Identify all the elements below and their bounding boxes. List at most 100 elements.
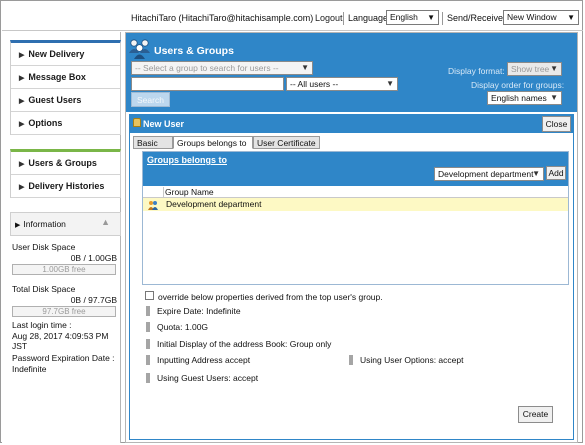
user-disk-label: User Disk Space [12, 242, 76, 252]
groups-panel-title: Groups belongs to [147, 155, 227, 165]
user-disk-value: 0B / 1.00GB [70, 253, 117, 263]
search-button-label: Search [137, 95, 164, 105]
divider [442, 12, 443, 25]
logout-link[interactable]: Logout [315, 13, 343, 23]
property-marker [146, 355, 150, 365]
user-disk-free: 1.00GB free [42, 265, 86, 274]
information-panel-header[interactable]: ▶ Information ▲ [10, 212, 121, 236]
chevron-down-icon: ▼ [550, 93, 558, 102]
nav-label: Delivery Histories [28, 181, 105, 191]
users-group-icon [129, 39, 150, 59]
user-name: HitachiTaro (HitachiTaro@hitachisample.c… [131, 13, 314, 23]
new-user-dialog: New User Close Basic Groups belongs to U… [129, 114, 574, 440]
group-search-select[interactable]: -- Select a group to search for users --… [131, 61, 313, 75]
group-table-header: Group Name [143, 187, 568, 198]
expire-date: Expire Date: Indefinite [157, 306, 241, 316]
collapse-icon[interactable]: ▲ [101, 217, 110, 227]
display-format-value: Show tree [511, 64, 550, 74]
total-disk-free: 97.7GB free [42, 307, 86, 316]
tab-user-certificate[interactable]: User Certificate [253, 136, 320, 149]
page-title: Users & Groups [154, 45, 234, 57]
top-bar: HitachiTaro (HitachiTaro@hitachisample.c… [2, 2, 583, 31]
triangle-right-icon: ▶ [19, 52, 25, 59]
property-marker [146, 322, 150, 332]
triangle-right-icon: ▶ [19, 121, 25, 128]
triangle-right-icon: ▶ [15, 222, 21, 229]
users-filter-value: -- All users -- [290, 79, 339, 89]
group-search-placeholder: -- Select a group to search for users -- [135, 63, 279, 73]
property-marker [146, 339, 150, 349]
triangle-right-icon: ▶ [19, 75, 25, 82]
nav-group-secondary: ▶ Users & Groups ▶ Delivery Histories [10, 149, 121, 198]
tab-label: User Certificate [257, 138, 316, 148]
groups-panel-header: Groups belongs to Development department… [143, 152, 568, 186]
users-groups-header: Users & Groups -- Select a group to sear… [126, 33, 577, 112]
chevron-down-icon: ▼ [532, 169, 540, 178]
using-guest-users: Using Guest Users: accept [157, 373, 259, 383]
users-filter-select[interactable]: -- All users -- ▼ [286, 77, 398, 91]
nav-label: Guest Users [28, 95, 82, 105]
tab-basic[interactable]: Basic [133, 136, 173, 149]
nav-guest-users[interactable]: ▶ Guest Users [11, 89, 120, 112]
inputting-address: Inputting Address accept [157, 355, 251, 365]
last-login-tz: JST [12, 341, 28, 351]
groups-belongs-to-panel: Groups belongs to Development department… [142, 151, 569, 285]
last-login-label: Last login time : [12, 320, 72, 330]
send-receive-select[interactable]: New Window ▼ [503, 10, 579, 25]
dialog-header: New User Close [130, 115, 573, 133]
tab-groups-belongs-to[interactable]: Groups belongs to [173, 136, 253, 149]
user-search-input[interactable] [131, 77, 284, 91]
nav-label: Options [28, 118, 63, 128]
nav-delivery-histories[interactable]: ▶ Delivery Histories [11, 175, 120, 198]
send-receive-value: New Window [507, 12, 557, 22]
display-order-value: English names [491, 93, 547, 103]
nav-message-box[interactable]: ▶ Message Box [11, 66, 120, 89]
language-select[interactable]: English ▼ [386, 10, 439, 25]
override-checkbox[interactable] [145, 291, 154, 300]
display-format-select[interactable]: Show tree ▼ [507, 62, 562, 76]
total-disk-value: 0B / 97.7GB [70, 295, 117, 305]
create-button[interactable]: Create [518, 406, 553, 423]
password-expiration-label: Password Expiration Date : [12, 353, 115, 363]
add-group-button[interactable]: Add [546, 166, 566, 180]
total-disk-label: Total Disk Space [12, 284, 76, 294]
nav-label: New Delivery [28, 49, 85, 59]
language-label: Language [348, 13, 389, 23]
display-order-label: Display order for groups: [471, 80, 565, 90]
group-add-select[interactable]: Development department ▼ [434, 167, 544, 181]
nav-users-groups[interactable]: ▶ Users & Groups [11, 152, 120, 175]
chevron-down-icon: ▼ [567, 13, 575, 22]
table-row[interactable]: Development department [143, 198, 568, 211]
chevron-down-icon: ▼ [386, 79, 394, 88]
user-disk-usage-bar: 1.00GB free [12, 264, 116, 275]
nav-group-primary: ▶ New Delivery ▶ Message Box ▶ Guest Users … [10, 40, 121, 135]
tab-label: Basic [137, 138, 158, 148]
nav-new-delivery[interactable]: ▶ New Delivery [11, 43, 120, 66]
triangle-right-icon: ▶ [19, 161, 25, 168]
language-value: English [390, 12, 418, 22]
main-panel: Users & Groups -- Select a group to sear… [125, 32, 578, 443]
property-marker [146, 373, 150, 383]
search-button[interactable]: Search [131, 92, 170, 107]
display-order-select[interactable]: English names ▼ [487, 91, 562, 105]
tab-label: Groups belongs to [177, 138, 247, 148]
close-button[interactable]: Close [542, 116, 571, 132]
override-label: override below properties derived from t… [158, 292, 383, 302]
triangle-right-icon: ▶ [19, 98, 25, 105]
group-icon [148, 201, 158, 210]
close-button-label: Close [545, 119, 568, 129]
property-marker [146, 306, 150, 316]
using-user-options: Using User Options: accept [360, 355, 464, 365]
nav-label: Users & Groups [28, 158, 97, 168]
app-frame: HitachiTaro (HitachiTaro@hitachisample.c… [0, 0, 583, 443]
column-group-name: Group Name [165, 187, 214, 197]
quota: Quota: 1.00G [157, 322, 209, 332]
create-button-label: Create [522, 409, 549, 419]
property-marker [349, 355, 353, 365]
nav-options[interactable]: ▶ Options [11, 112, 120, 135]
triangle-right-icon: ▶ [19, 184, 25, 191]
add-button-label: Add [548, 168, 564, 178]
display-format-label: Display format: [448, 66, 505, 76]
new-user-icon [133, 118, 141, 127]
chevron-down-icon: ▼ [301, 63, 309, 72]
